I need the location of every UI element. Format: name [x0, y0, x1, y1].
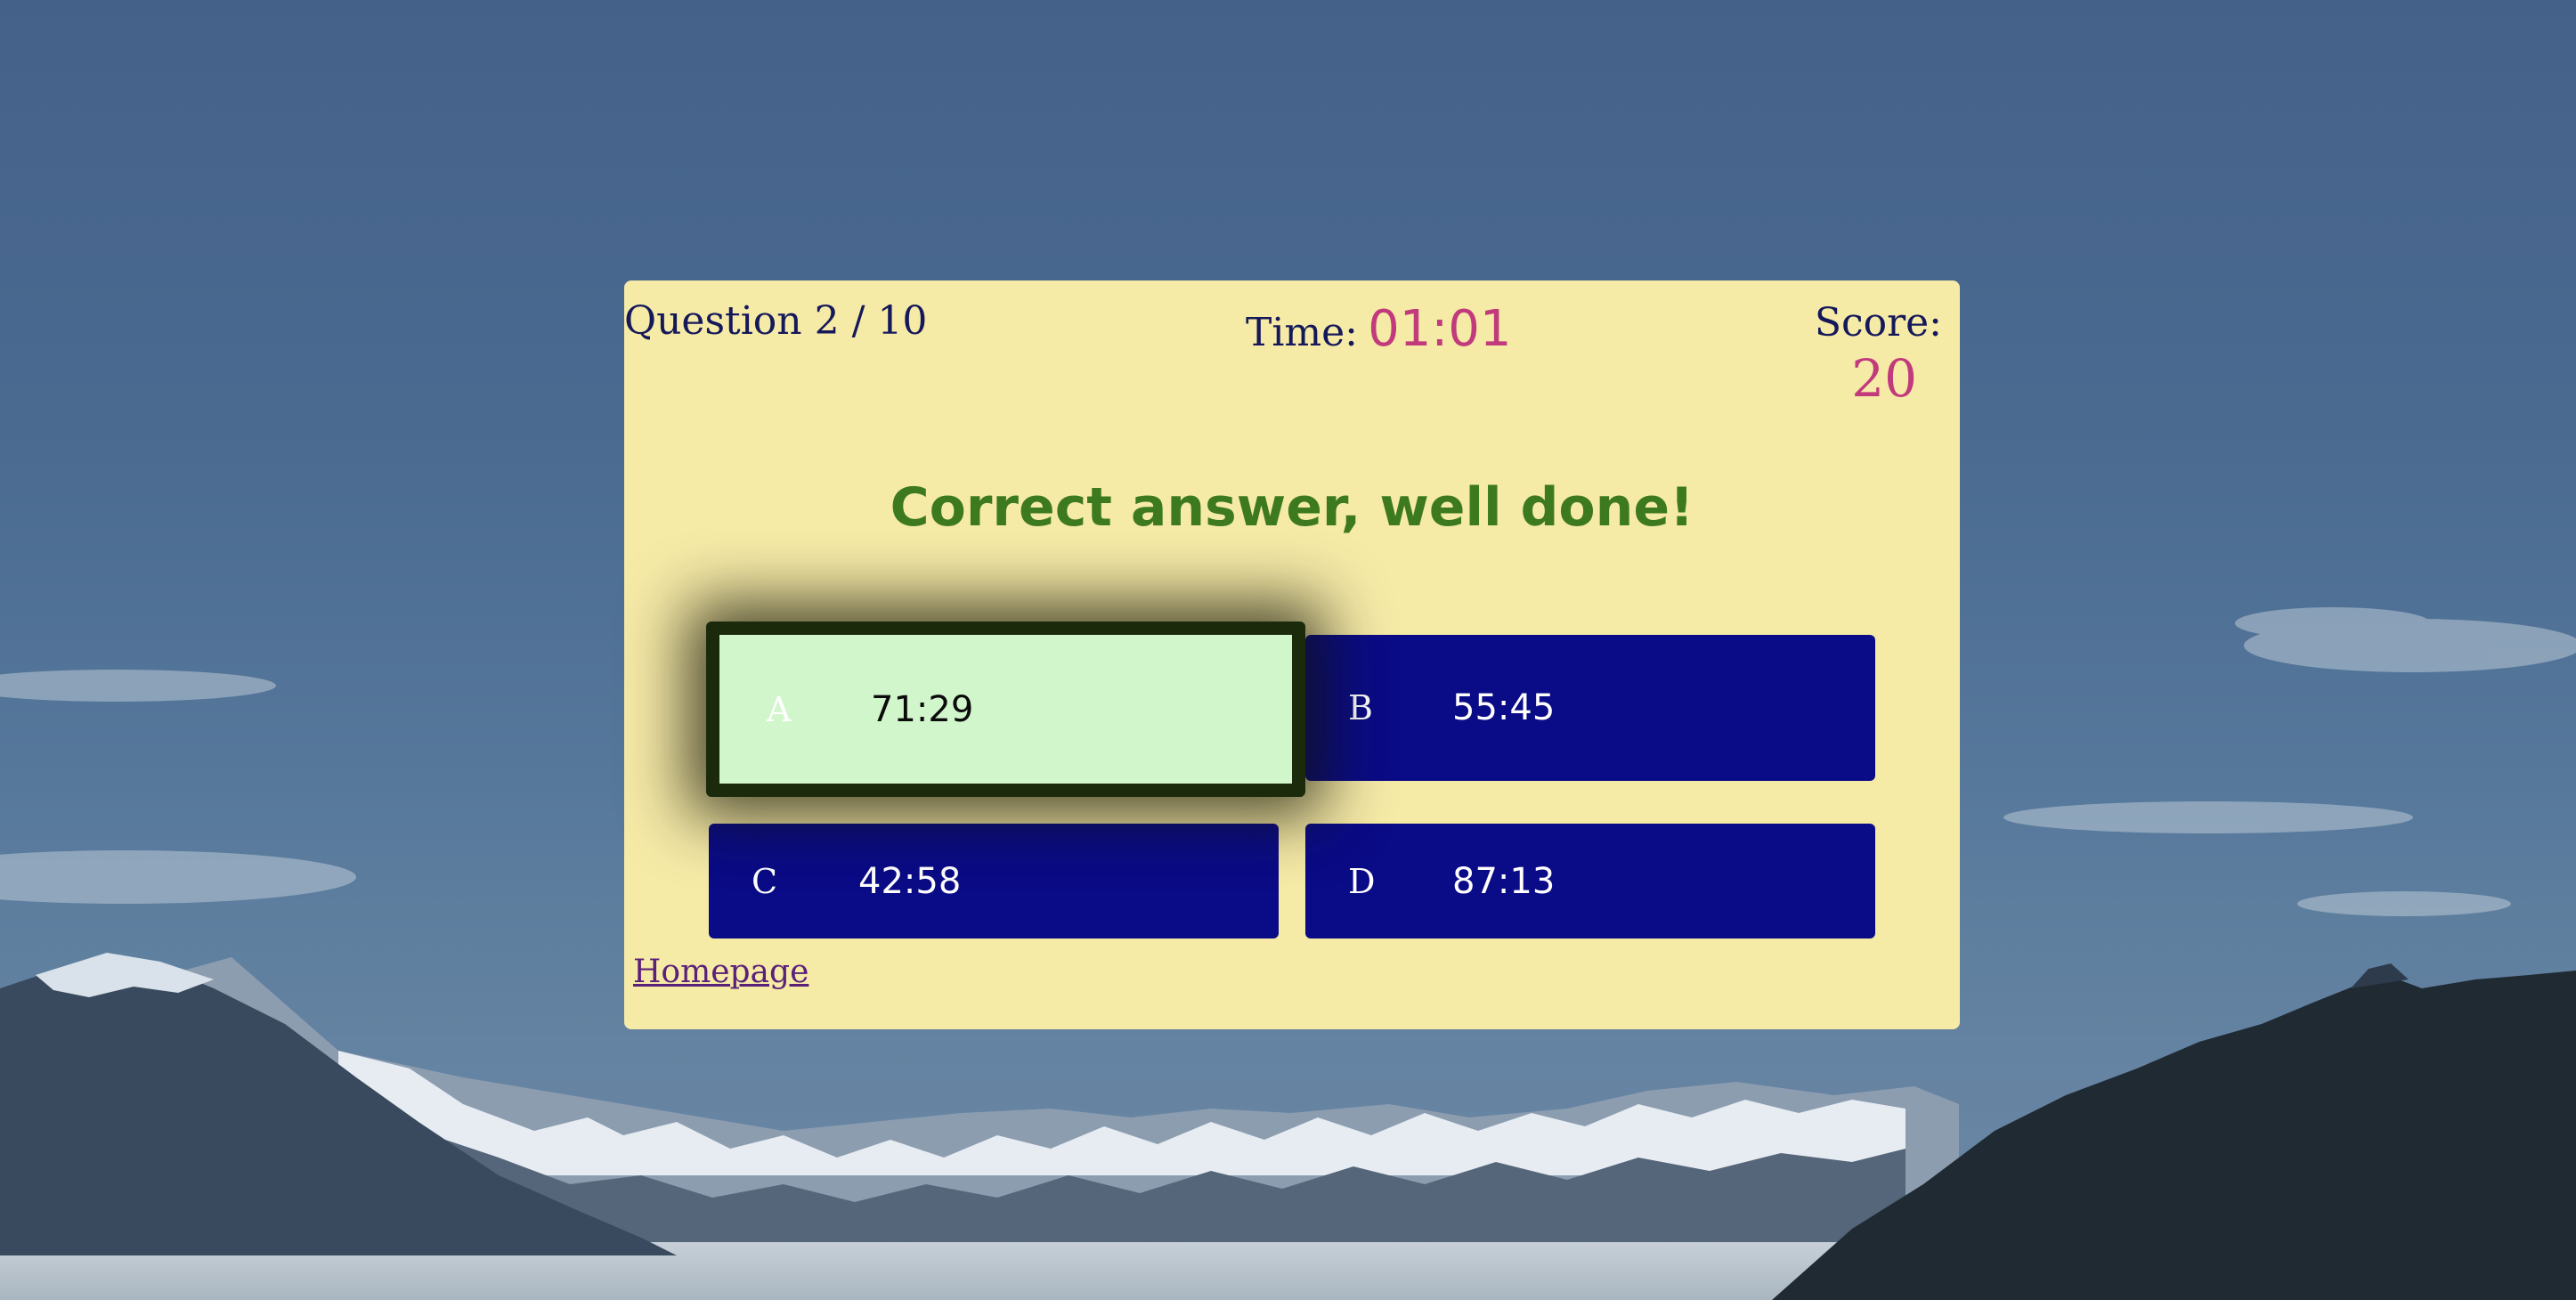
timer-label: Time:: [1246, 310, 1359, 355]
answer-letter: D: [1348, 861, 1376, 901]
quiz-card: Question 2 / 10 Time: 01:01 Score: 20 Co…: [624, 280, 1960, 1029]
homepage-link[interactable]: Homepage: [633, 954, 809, 990]
feedback-message: Correct answer, well done!: [890, 476, 1694, 539]
answer-button-b[interactable]: B 55:45: [1305, 635, 1875, 781]
question-counter: Question 2 / 10: [624, 298, 928, 344]
answer-button-a[interactable]: A 71:29: [706, 622, 1305, 797]
answer-value: 42:58: [858, 860, 962, 902]
score-label: Score:: [1814, 300, 1942, 345]
score-value: 20: [1851, 348, 1917, 409]
answer-button-d[interactable]: D 87:13: [1305, 824, 1875, 938]
answer-value: 71:29: [871, 688, 974, 730]
answer-value: 87:13: [1452, 860, 1556, 902]
answer-letter: C: [752, 861, 778, 901]
answer-value: 55:45: [1452, 687, 1556, 728]
answer-button-c[interactable]: C 42:58: [709, 824, 1279, 938]
answer-letter: A: [767, 689, 792, 729]
timer-value: 01:01: [1368, 300, 1512, 358]
answer-letter: B: [1348, 688, 1373, 727]
timer: Time: 01:01: [1246, 300, 1512, 358]
